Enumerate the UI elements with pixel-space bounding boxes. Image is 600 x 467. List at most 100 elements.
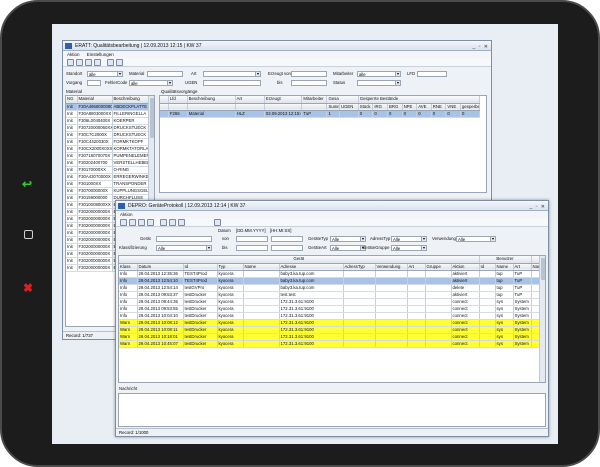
export-icon[interactable] (178, 219, 185, 226)
table-cell (479, 319, 496, 327)
table-cell: KORMKTATORLA (112, 145, 151, 153)
filter-icon[interactable] (160, 219, 167, 226)
table-cell: Warn (119, 340, 138, 348)
column-header: Erzeugt (264, 96, 303, 104)
table-row[interactable]: Init F306L0040400X KOERPER (66, 117, 151, 125)
klassifizierung-value: Alle (158, 246, 166, 251)
table-row[interactable]: Init F30A8803000XX FILLERINGELLA (66, 110, 151, 118)
vorgang-input[interactable] (87, 80, 101, 86)
table-row[interactable]: Info 29.04.2013 09:53:55 testDrucker kyocer… (119, 305, 542, 313)
table-cell (407, 305, 426, 313)
quality-window-titlebar[interactable]: ERATT: Qualitätsbearbeitung | 12.09.2013… (63, 41, 491, 51)
table-row[interactable]: Info 29.04.2013 12:54:10 TEST4Prod kyocera b… (119, 277, 542, 285)
table-cell (343, 298, 376, 306)
table-row[interactable]: Warn 29.04.2013 10:08:11 testDrucker kyocer… (119, 326, 542, 334)
new-icon[interactable] (76, 59, 83, 66)
ugen-input[interactable] (203, 80, 261, 86)
window-controls-icon[interactable]: _ ▫ ✕ (529, 202, 546, 212)
table-row[interactable]: Init F3070000000X KUPPLUNGSGEL (66, 187, 151, 195)
table-cell: 29.04.2013 12:54:14 (137, 284, 184, 292)
verwendung-select[interactable]: Alle ▼ (456, 236, 496, 242)
table-row[interactable]: F266 Material HLZ 02.09.2013 12:15:07 TuP 1 0 0… (160, 110, 480, 118)
filter-icon[interactable] (107, 59, 114, 66)
table-cell (479, 326, 496, 334)
home-button-icon[interactable] (24, 230, 33, 239)
settings-icon[interactable] (214, 219, 221, 226)
table-row[interactable]: Info 29.04.2013 12:35:36 TEST4Prod kyocera b… (119, 270, 542, 278)
column-header: Gesa (326, 96, 359, 104)
klassifizierung-select[interactable]: Alle ▼ (156, 245, 212, 251)
table-row[interactable]: Info 29.04.2013 09:53:37 testDrucker kyocer… (119, 291, 542, 299)
window-controls-icon[interactable]: _ ▫ ✕ (472, 42, 489, 52)
print-icon[interactable] (169, 219, 176, 226)
table-cell: Init (66, 201, 78, 209)
table-cell (425, 298, 452, 306)
table-row[interactable]: Info 29.04.2013 09:44:35 testDrucker kyocer… (119, 298, 542, 306)
print-icon[interactable] (116, 59, 123, 66)
delete-icon[interactable] (94, 59, 101, 66)
table-cell: 29.04.2013 12:54:10 (137, 277, 184, 285)
menu-aktion[interactable]: Aktion (67, 52, 80, 57)
nachricht-textarea[interactable] (118, 393, 546, 427)
table-row[interactable]: Init F30170000XX O-RING (66, 166, 151, 174)
refresh-icon[interactable] (120, 219, 127, 226)
geraetart-select[interactable]: Alle ▼ (330, 245, 366, 251)
geraetegruppe-select[interactable]: Alle ▼ (391, 245, 427, 251)
table-row[interactable]: Info 29.04.2013 12:54:14 testGVPro kyocera b… (119, 284, 542, 292)
table-row[interactable]: Init F30718070070X PUMPENELEMENT (66, 152, 151, 160)
device-window-titlebar[interactable]: DEPRO: GeräteProtokoll | 12.09.2013 12:1… (116, 201, 548, 211)
status-select[interactable]: ▼ (357, 80, 401, 86)
bis-date-input[interactable] (236, 245, 268, 251)
mitarbeiter-select[interactable]: alle ▼ (357, 71, 401, 77)
table-row[interactable]: Init F30C7C2000X DRUCKSTUECK (66, 131, 151, 139)
bis-input[interactable] (291, 80, 327, 86)
datum-label: Datum (218, 228, 231, 233)
table-cell: 29.04.2013 10:08:12 (137, 319, 184, 327)
table-cell: TRANSPONDER (112, 180, 151, 188)
adresstyp-select[interactable]: Alle ▼ (391, 236, 427, 242)
chevron-down-icon: ▼ (255, 72, 260, 76)
table-row[interactable]: Init F30720000060XX DRUCKSTUECK (66, 124, 151, 132)
geraetetyp-select[interactable]: Alle ▼ (330, 236, 366, 242)
protocol-scrollbar[interactable] (539, 256, 545, 382)
table-cell: 172.31.3.61:9100 (279, 333, 344, 341)
table-cell: Init (66, 117, 78, 125)
fehlercode-select[interactable]: alle ▼ (129, 80, 173, 86)
delete-icon[interactable] (147, 219, 154, 226)
bis-time-input[interactable] (271, 245, 303, 251)
table-row[interactable]: Init F30C4420030X FORMKTKOPF (66, 138, 151, 146)
table-cell (425, 270, 452, 278)
table-cell: kyocera (217, 333, 244, 341)
edit-icon[interactable] (85, 59, 92, 66)
table-cell (425, 291, 452, 299)
table-row[interactable]: Info 29.04.2013 10:04:10 testDrucker kyocer… (119, 312, 542, 320)
material-scroll-thumb[interactable] (150, 98, 154, 138)
protocol-scroll-thumb[interactable] (541, 258, 545, 280)
back-arrow-icon[interactable]: ↩ (22, 178, 32, 190)
table-row[interactable]: Warn 29.04.2013 10:08:12 testDrucker kyocer… (119, 319, 542, 327)
menu-einstellungen[interactable]: Einstellungen (87, 52, 114, 57)
table-cell: testGVPro (183, 284, 218, 292)
refresh-icon[interactable] (67, 59, 74, 66)
material-input[interactable] (147, 71, 183, 77)
red-x-icon[interactable]: ✖ (23, 282, 33, 294)
table-row[interactable]: Init F30A4868000080 ABDECKPLATTE (66, 103, 151, 111)
edit-icon[interactable] (138, 219, 145, 226)
table-row[interactable]: Init F30CX2000X0XX KORMKTATORLA (66, 145, 151, 153)
table-row[interactable]: Init F301000XX TRANSPONDER (66, 180, 151, 188)
art-select[interactable]: ▼ (203, 71, 261, 77)
table-cell: Init (66, 173, 78, 181)
table-cell: testDrucker (183, 291, 218, 299)
menu-aktion[interactable]: Aktion (120, 212, 133, 217)
geraet-input[interactable] (156, 236, 212, 242)
von-time-input[interactable] (271, 236, 303, 242)
table-row[interactable]: Warn 29.04.2013 10:45:07 testDrucker kyocer… (119, 340, 542, 348)
table-row[interactable]: Init F30202400700 VERSTELLHEBEL (66, 159, 151, 167)
lfd-input[interactable] (417, 71, 447, 77)
table-row[interactable]: Init F30A43070000X ERREGERWINKEL (66, 173, 151, 181)
von-date-input[interactable] (236, 236, 268, 242)
table-row[interactable]: Warn 29.04.2013 10:18:01 testDrucker kyocer… (119, 333, 542, 341)
erzeugt-von-input[interactable] (291, 71, 327, 77)
new-icon[interactable] (129, 219, 136, 226)
standort-select[interactable]: alle ▼ (87, 71, 123, 77)
